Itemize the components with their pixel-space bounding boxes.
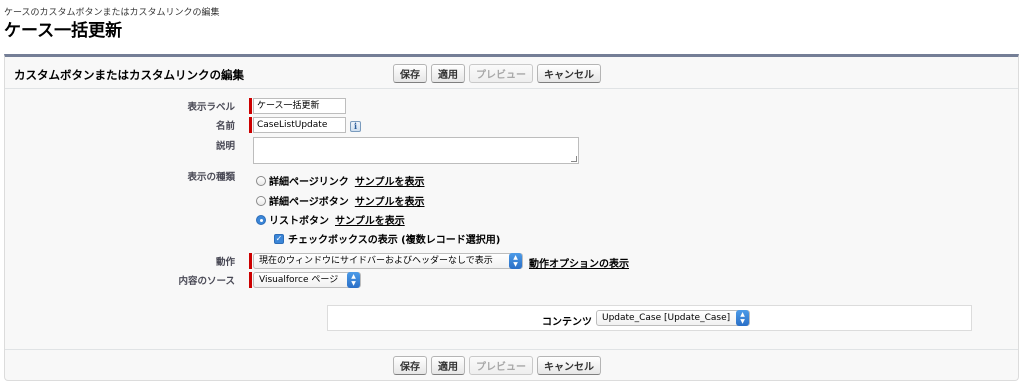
behavior-options-link[interactable]: 動作オプションの表示: [529, 255, 629, 270]
page-header: ケースのカスタムボタンまたはカスタムリンクの編集 ケース一括更新: [4, 8, 220, 42]
show-sample-link[interactable]: サンプルを表示: [335, 212, 405, 227]
description-field-label: 説明: [215, 141, 235, 152]
behavior-field-label: 動作: [215, 257, 235, 268]
footer-divider: [5, 349, 1018, 350]
breadcrumb: ケースのカスタムボタンまたはカスタムリンクの編集: [4, 8, 220, 18]
description-textarea[interactable]: [253, 137, 579, 164]
page-title: ケース一括更新: [4, 21, 123, 41]
cancel-button[interactable]: キャンセル: [537, 64, 601, 83]
option-label: リストボタン: [269, 216, 329, 227]
multi-select-checkbox-row[interactable]: ✓ チェックボックスの表示 (複数レコード選択用): [274, 231, 500, 246]
select-arrow-icon: ▲ ▼: [347, 272, 360, 288]
radio-icon[interactable]: [256, 175, 266, 186]
option-label: 詳細ページボタン: [269, 197, 349, 208]
content-select[interactable]: Update_Case [Update_Case] ▲ ▼: [596, 310, 750, 326]
display-type-option-detail-link[interactable]: 詳細ページリンク サンプルを表示: [256, 173, 425, 188]
label-input[interactable]: ケース一括更新: [253, 98, 346, 114]
save-button[interactable]: 保存: [393, 356, 427, 375]
required-marker: [249, 117, 252, 133]
preview-button[interactable]: プレビュー: [469, 64, 533, 83]
block-header: カスタムボタンまたはカスタムリンクの編集 保存 適用 プレビュー キャンセル: [5, 57, 1018, 89]
show-sample-link[interactable]: サンプルを表示: [355, 173, 425, 188]
cancel-button[interactable]: キャンセル: [537, 356, 601, 375]
source-field-label: 内容のソース: [178, 276, 235, 287]
radio-selected-icon[interactable]: [256, 214, 266, 225]
top-button-row: 保存 適用 プレビュー キャンセル: [393, 64, 601, 83]
source-select[interactable]: Visualforce ページ ▲ ▼: [253, 272, 361, 288]
section-title: カスタムボタンまたはカスタムリンクの編集: [14, 68, 244, 82]
label-field-label: 表示ラベル: [187, 102, 235, 113]
checkbox-label: チェックボックスの表示 (複数レコード選択用): [288, 235, 501, 246]
edit-block: カスタムボタンまたはカスタムリンクの編集 保存 適用 プレビュー キャンセル 表…: [4, 54, 1019, 381]
apply-button[interactable]: 適用: [431, 64, 465, 83]
select-arrow-icon: ▲ ▼: [736, 310, 749, 326]
name-field-label: 名前: [215, 121, 235, 132]
content-select-value: Update_Case [Update_Case]: [602, 313, 731, 323]
behavior-select[interactable]: 現在のウィンドウにサイドバーおよびヘッダーなしで表示 ▲ ▼: [253, 253, 523, 269]
display-type-label: 表示の種類: [187, 172, 235, 183]
content-panel: コンテンツ Update_Case [Update_Case] ▲ ▼: [327, 305, 972, 331]
source-select-value: Visualforce ページ: [259, 275, 339, 285]
resize-handle-icon[interactable]: [571, 156, 577, 162]
required-marker: [249, 98, 252, 114]
option-label: 詳細ページリンク: [269, 177, 349, 188]
required-marker: [249, 253, 252, 269]
behavior-select-value: 現在のウィンドウにサイドバーおよびヘッダーなしで表示: [259, 256, 493, 266]
checkbox-checked-icon[interactable]: ✓: [274, 233, 284, 244]
preview-button[interactable]: プレビュー: [469, 356, 533, 375]
content-field-label: コンテンツ: [542, 317, 592, 328]
apply-button[interactable]: 適用: [431, 356, 465, 375]
save-button[interactable]: 保存: [393, 64, 427, 83]
bottom-button-row: 保存 適用 プレビュー キャンセル: [393, 356, 601, 375]
required-marker: [249, 272, 252, 288]
display-type-option-detail-button[interactable]: 詳細ページボタン サンプルを表示: [256, 193, 425, 208]
display-type-option-list-button[interactable]: リストボタン サンプルを表示: [256, 212, 405, 227]
radio-icon[interactable]: [256, 195, 266, 206]
info-icon[interactable]: i: [350, 121, 361, 132]
select-arrow-icon: ▲ ▼: [509, 253, 522, 269]
show-sample-link[interactable]: サンプルを表示: [355, 193, 425, 208]
name-input[interactable]: CaseListUpdate: [253, 117, 346, 133]
